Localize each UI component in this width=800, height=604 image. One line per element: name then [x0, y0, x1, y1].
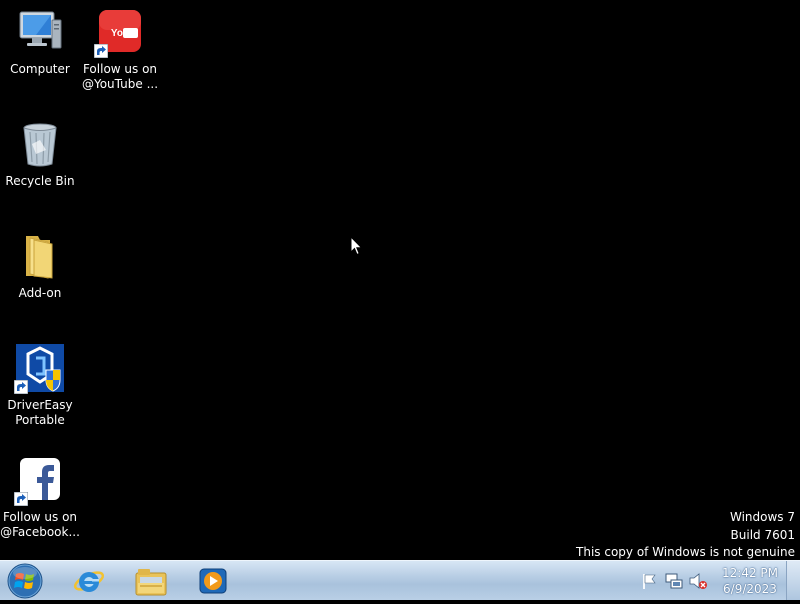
network-icon [665, 573, 683, 589]
desktop-icon-label: Add-on [18, 286, 62, 300]
clock-time: 12:42 PM [722, 566, 778, 580]
desktop-icon-label: Computer [10, 62, 70, 76]
network-button[interactable] [664, 571, 684, 591]
watermark-genuine-notice: This copy of Windows is not genuine [576, 545, 795, 559]
volume-muted-icon [689, 573, 707, 589]
desktop-icon-label: DriverEasy Portable [7, 398, 73, 427]
system-clock[interactable]: 12:42 PM 6/9/2023 [716, 565, 784, 597]
show-desktop-button[interactable] [786, 561, 800, 600]
shortcut-arrow-icon [94, 44, 108, 58]
desktop-icon-add-on[interactable]: Add-on [0, 232, 80, 301]
desktop-icon-computer[interactable]: Computer [0, 8, 80, 77]
drivereasy-icon [14, 344, 64, 394]
internet-explorer-icon [73, 571, 105, 592]
desktop-icon-youtube[interactable]: You Follow us on @YouTube ... [80, 8, 160, 92]
recycle-bin-icon [16, 120, 64, 168]
action-center-flag-icon [643, 574, 656, 589]
watermark-os-name: Windows 7 [729, 510, 795, 524]
youtube-icon: You [94, 8, 144, 58]
action-center-flag-button[interactable] [640, 571, 660, 591]
volume-button[interactable] [688, 571, 708, 591]
mouse-cursor-icon [350, 236, 363, 256]
media-player-icon [199, 568, 227, 594]
windows-explorer-icon [135, 569, 167, 596]
shortcut-arrow-icon [14, 380, 28, 394]
facebook-icon [14, 456, 64, 506]
start-button[interactable] [5, 562, 45, 600]
taskbar-app-internet-explorer[interactable] [64, 563, 114, 599]
windows-orb-icon [7, 563, 43, 599]
desktop-icon-label: Recycle Bin [5, 174, 75, 188]
desktop-icon-label: Follow us on @YouTube ... [81, 62, 159, 91]
shortcut-arrow-icon [14, 492, 28, 506]
taskbar-app-media-player[interactable] [188, 563, 238, 599]
genuine-watermark: Windows 7 Build 7601 This copy of Window… [576, 509, 795, 562]
desktop-icon-drivereasy[interactable]: DriverEasy Portable [0, 344, 80, 428]
taskbar: 12:42 PM 6/9/2023 [0, 560, 800, 600]
clock-date: 6/9/2023 [723, 582, 777, 596]
watermark-build: Build 7601 [730, 527, 795, 542]
desktop-icon-label: Follow us on @Facebook... [0, 510, 80, 539]
desktop-icon-facebook[interactable]: Follow us on @Facebook... [0, 456, 80, 540]
folder-icon [16, 232, 64, 280]
taskbar-app-windows-explorer[interactable] [126, 563, 176, 599]
desktop[interactable]: Computer You Follow us on @YouTube ... R… [0, 0, 800, 560]
desktop-icon-recycle-bin[interactable]: Recycle Bin [0, 120, 80, 189]
computer-icon [16, 8, 64, 56]
notification-area [640, 571, 712, 591]
